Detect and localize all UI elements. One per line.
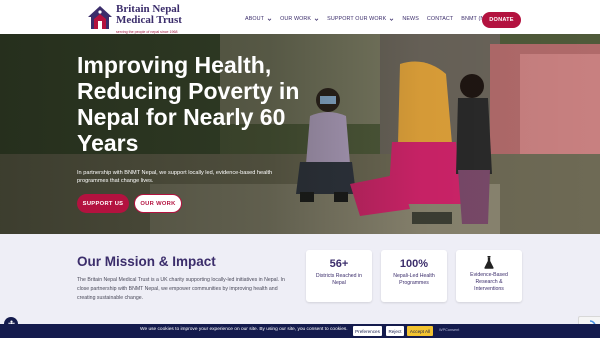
- logo-line-2: Medical Trust: [116, 14, 182, 26]
- chevron-down-icon: [390, 17, 394, 21]
- nav-item-news[interactable]: NEWS: [402, 16, 419, 22]
- nav-item-label: SUPPORT OUR WORK: [327, 16, 387, 22]
- stat-label: Evidence-Based Research & Interventions: [470, 272, 508, 292]
- cookie-accept-button[interactable]: Accept All: [407, 326, 433, 336]
- cookie-banner: We use cookies to improve your experienc…: [0, 324, 600, 338]
- stat-value: 56+: [329, 258, 349, 270]
- hero-section: Improving Health, Reducing Poverty in Ne…: [0, 34, 600, 234]
- stat-card-districts: 56+ Districts Reached in Nepal: [306, 250, 372, 302]
- nav-item-our-work[interactable]: OUR WORK: [280, 16, 319, 22]
- stat-label: Districts Reached in Nepal: [315, 273, 363, 286]
- cookie-brand: WPConsent: [439, 328, 460, 332]
- nav-item-about[interactable]: ABOUT: [245, 16, 272, 22]
- mission-text: The Britain Nepal Medical Trust is a UK …: [77, 277, 285, 301]
- site-logo[interactable]: Britain Nepal Medical Trust serving the …: [86, 3, 196, 34]
- nav-item-support-our-work[interactable]: SUPPORT OUR WORK: [327, 16, 394, 22]
- chevron-down-icon: [314, 17, 319, 21]
- donate-button[interactable]: DONATE: [482, 12, 521, 28]
- cookie-message: We use cookies to improve your experienc…: [140, 327, 348, 332]
- stat-value: 100%: [399, 258, 429, 270]
- hero-subtitle: In partnership with BNMT Nepal, we suppo…: [77, 170, 273, 184]
- nav-item-label: NEWS: [402, 16, 419, 22]
- hero-title: Improving Health, Reducing Poverty in Ne…: [77, 52, 300, 156]
- chevron-down-icon: [267, 17, 272, 21]
- logo-text: Britain Nepal Medical Trust serving the …: [116, 4, 182, 38]
- nav-item-label: ABOUT: [245, 16, 265, 22]
- cookie-reject-button[interactable]: Reject: [386, 326, 404, 336]
- cookie-preferences-button[interactable]: Preferences: [353, 326, 382, 336]
- support-us-button[interactable]: SUPPORT US: [77, 194, 129, 213]
- mission-section: Our Mission & Impact The Britain Nepal M…: [0, 234, 600, 324]
- site-header: Britain Nepal Medical Trust serving the …: [0, 0, 600, 34]
- stat-label: Nepali-Led Health Programmes: [393, 273, 435, 286]
- flask-icon: [484, 256, 494, 269]
- mission-title: Our Mission & Impact: [77, 254, 216, 269]
- our-work-button[interactable]: OUR WORK: [134, 194, 182, 213]
- nav-item-label: CONTACT: [426, 16, 454, 22]
- logo-mark-icon: [88, 6, 112, 29]
- stat-card-nepali-led: 100% Nepali-Led Health Programmes: [381, 250, 447, 302]
- stat-card-evidence-based: Evidence-Based Research & Interventions: [456, 250, 522, 302]
- nav-item-label: OUR WORK: [280, 16, 312, 22]
- nav-item-contact[interactable]: CONTACT: [427, 16, 453, 22]
- main-nav: ABOUT OUR WORK SUPPORT OUR WORK NEWS CON…: [245, 12, 500, 26]
